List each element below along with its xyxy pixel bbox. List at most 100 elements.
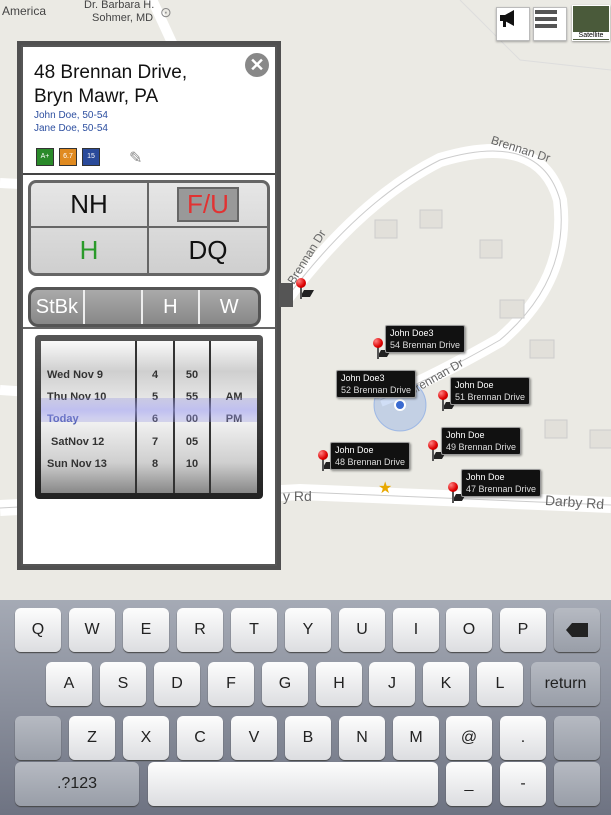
map-pin[interactable] <box>438 390 457 412</box>
key-dash[interactable]: - <box>500 762 546 806</box>
key-s[interactable]: S <box>100 662 146 706</box>
shift-key-left[interactable] <box>15 716 61 760</box>
marker-name: John Doe <box>335 445 374 455</box>
marker-address: 54 Brennan Drive <box>390 340 461 350</box>
numbers-key[interactable]: .?123 <box>15 762 139 806</box>
key-l[interactable]: L <box>477 662 523 706</box>
minute-item: 10 <box>185 458 199 470</box>
key-v[interactable]: V <box>231 716 277 760</box>
map-pin[interactable] <box>448 482 467 504</box>
key-y[interactable]: Y <box>285 608 331 652</box>
resident-item: Jane Doe, 50-54 <box>34 123 108 134</box>
score-badge: 6.7 <box>59 148 77 166</box>
marker-callout[interactable]: John Doe3 52 Brennan Drive <box>336 370 417 398</box>
close-icon: ✕ <box>249 55 265 75</box>
status-fu-label: F/U <box>177 187 239 222</box>
key-d[interactable]: D <box>154 662 200 706</box>
map-pin[interactable] <box>428 440 447 462</box>
on-screen-keyboard: Q W E R T Y U I O P A S D F G H J K L re… <box>0 600 611 815</box>
panel-arrow <box>279 283 293 307</box>
key-a[interactable]: A <box>46 662 92 706</box>
tab-w[interactable]: W <box>200 290 258 324</box>
status-h-label: H <box>79 235 99 265</box>
marker-address: 48 Brennan Drive <box>335 457 406 467</box>
resident-item: John Doe, 50-54 <box>34 110 108 121</box>
marker-name: John Doe <box>446 430 485 440</box>
close-button[interactable]: ✕ <box>245 53 269 77</box>
key-o[interactable]: O <box>446 608 492 652</box>
status-h-button[interactable]: H <box>31 228 149 273</box>
marker-address: 51 Brennan Drive <box>455 392 526 402</box>
shift-key-right[interactable] <box>554 716 600 760</box>
key-z[interactable]: Z <box>69 716 115 760</box>
key-b[interactable]: B <box>285 716 331 760</box>
date-time-picker[interactable]: Wed Nov 9 Thu Nov 10 Today SatNov 12 Sun… <box>35 335 263 499</box>
megaphone-button[interactable] <box>496 7 530 41</box>
key-t[interactable]: T <box>231 608 277 652</box>
key-h[interactable]: H <box>316 662 362 706</box>
key-r[interactable]: R <box>177 608 223 652</box>
key-g[interactable]: G <box>262 662 308 706</box>
key-p[interactable]: P <box>500 608 546 652</box>
key-f[interactable]: F <box>208 662 254 706</box>
backspace-key[interactable] <box>554 608 600 652</box>
tab-bar: StBk H W <box>28 287 261 327</box>
place-label: America <box>2 4 47 18</box>
tab-stbk-label: StBk <box>35 295 78 318</box>
tab-blank[interactable] <box>85 290 143 324</box>
key-w[interactable]: W <box>69 608 115 652</box>
status-fu-button[interactable]: F/U <box>149 183 267 228</box>
return-key[interactable]: return <box>531 662 600 706</box>
tab-h-label: H <box>163 295 178 318</box>
marker-callout[interactable]: John Doe 48 Brennan Drive <box>330 442 411 470</box>
key-c[interactable]: C <box>177 716 223 760</box>
address-title: 48 Brennan Drive, Bryn Mawr, PA <box>34 61 187 109</box>
map-pin[interactable] <box>318 450 337 472</box>
divider <box>23 173 275 175</box>
divider <box>23 327 275 329</box>
day-dow: Sat <box>51 436 69 448</box>
key-at[interactable]: @ <box>446 716 492 760</box>
keyboard-hide-key[interactable] <box>554 762 600 806</box>
map-pin[interactable] <box>296 278 315 300</box>
day-dow: Wed <box>47 369 71 381</box>
key-e[interactable]: E <box>123 608 169 652</box>
marker-callout[interactable]: John Doe3 54 Brennan Drive <box>385 325 466 353</box>
day-item: Wed Nov 9 <box>47 369 135 381</box>
count-badge: 15 <box>82 148 100 166</box>
key-n[interactable]: N <box>339 716 385 760</box>
satellite-toggle[interactable]: Satellite <box>572 5 610 41</box>
marker-callout[interactable]: John Doe 51 Brennan Drive <box>450 377 531 405</box>
minute-item: 50 <box>185 369 199 381</box>
key-i[interactable]: I <box>393 608 439 652</box>
day-item: Sun Nov 13 <box>47 458 135 470</box>
address-detail-panel: 48 Brennan Drive, Bryn Mawr, PA ✕ John D… <box>17 41 281 570</box>
status-nh-button[interactable]: NH <box>31 183 149 228</box>
marker-callout[interactable]: John Doe 47 Brennan Drive <box>461 469 542 497</box>
map-pin[interactable] <box>373 338 392 360</box>
key-period[interactable]: . <box>500 716 546 760</box>
marker-name: John Doe3 <box>341 373 385 383</box>
menu-button[interactable] <box>533 7 567 41</box>
place-label: Dr. Barbara H. <box>84 0 155 11</box>
key-j[interactable]: J <box>369 662 415 706</box>
day-date: Nov 13 <box>70 458 107 470</box>
key-underscore[interactable]: _ <box>446 762 492 806</box>
space-key[interactable] <box>148 762 438 806</box>
key-x[interactable]: X <box>123 716 169 760</box>
key-u[interactable]: U <box>339 608 385 652</box>
marker-callout[interactable]: John Doe 49 Brennan Drive <box>441 427 522 455</box>
tab-h[interactable]: H <box>143 290 201 324</box>
key-k[interactable]: K <box>423 662 469 706</box>
key-q[interactable]: Q <box>15 608 61 652</box>
star-icon[interactable]: ★ <box>378 478 392 498</box>
key-m[interactable]: M <box>393 716 439 760</box>
edit-pencil-icon[interactable]: ✎ <box>129 148 142 168</box>
marker-name: John Doe <box>455 380 494 390</box>
satellite-label: Satellite <box>573 32 609 39</box>
marker-address: 47 Brennan Drive <box>466 484 537 494</box>
status-dq-button[interactable]: DQ <box>149 228 267 273</box>
tab-stbk[interactable]: StBk <box>31 290 85 324</box>
megaphone-icon <box>500 10 514 27</box>
poi-icon: ⊙ <box>160 4 172 20</box>
